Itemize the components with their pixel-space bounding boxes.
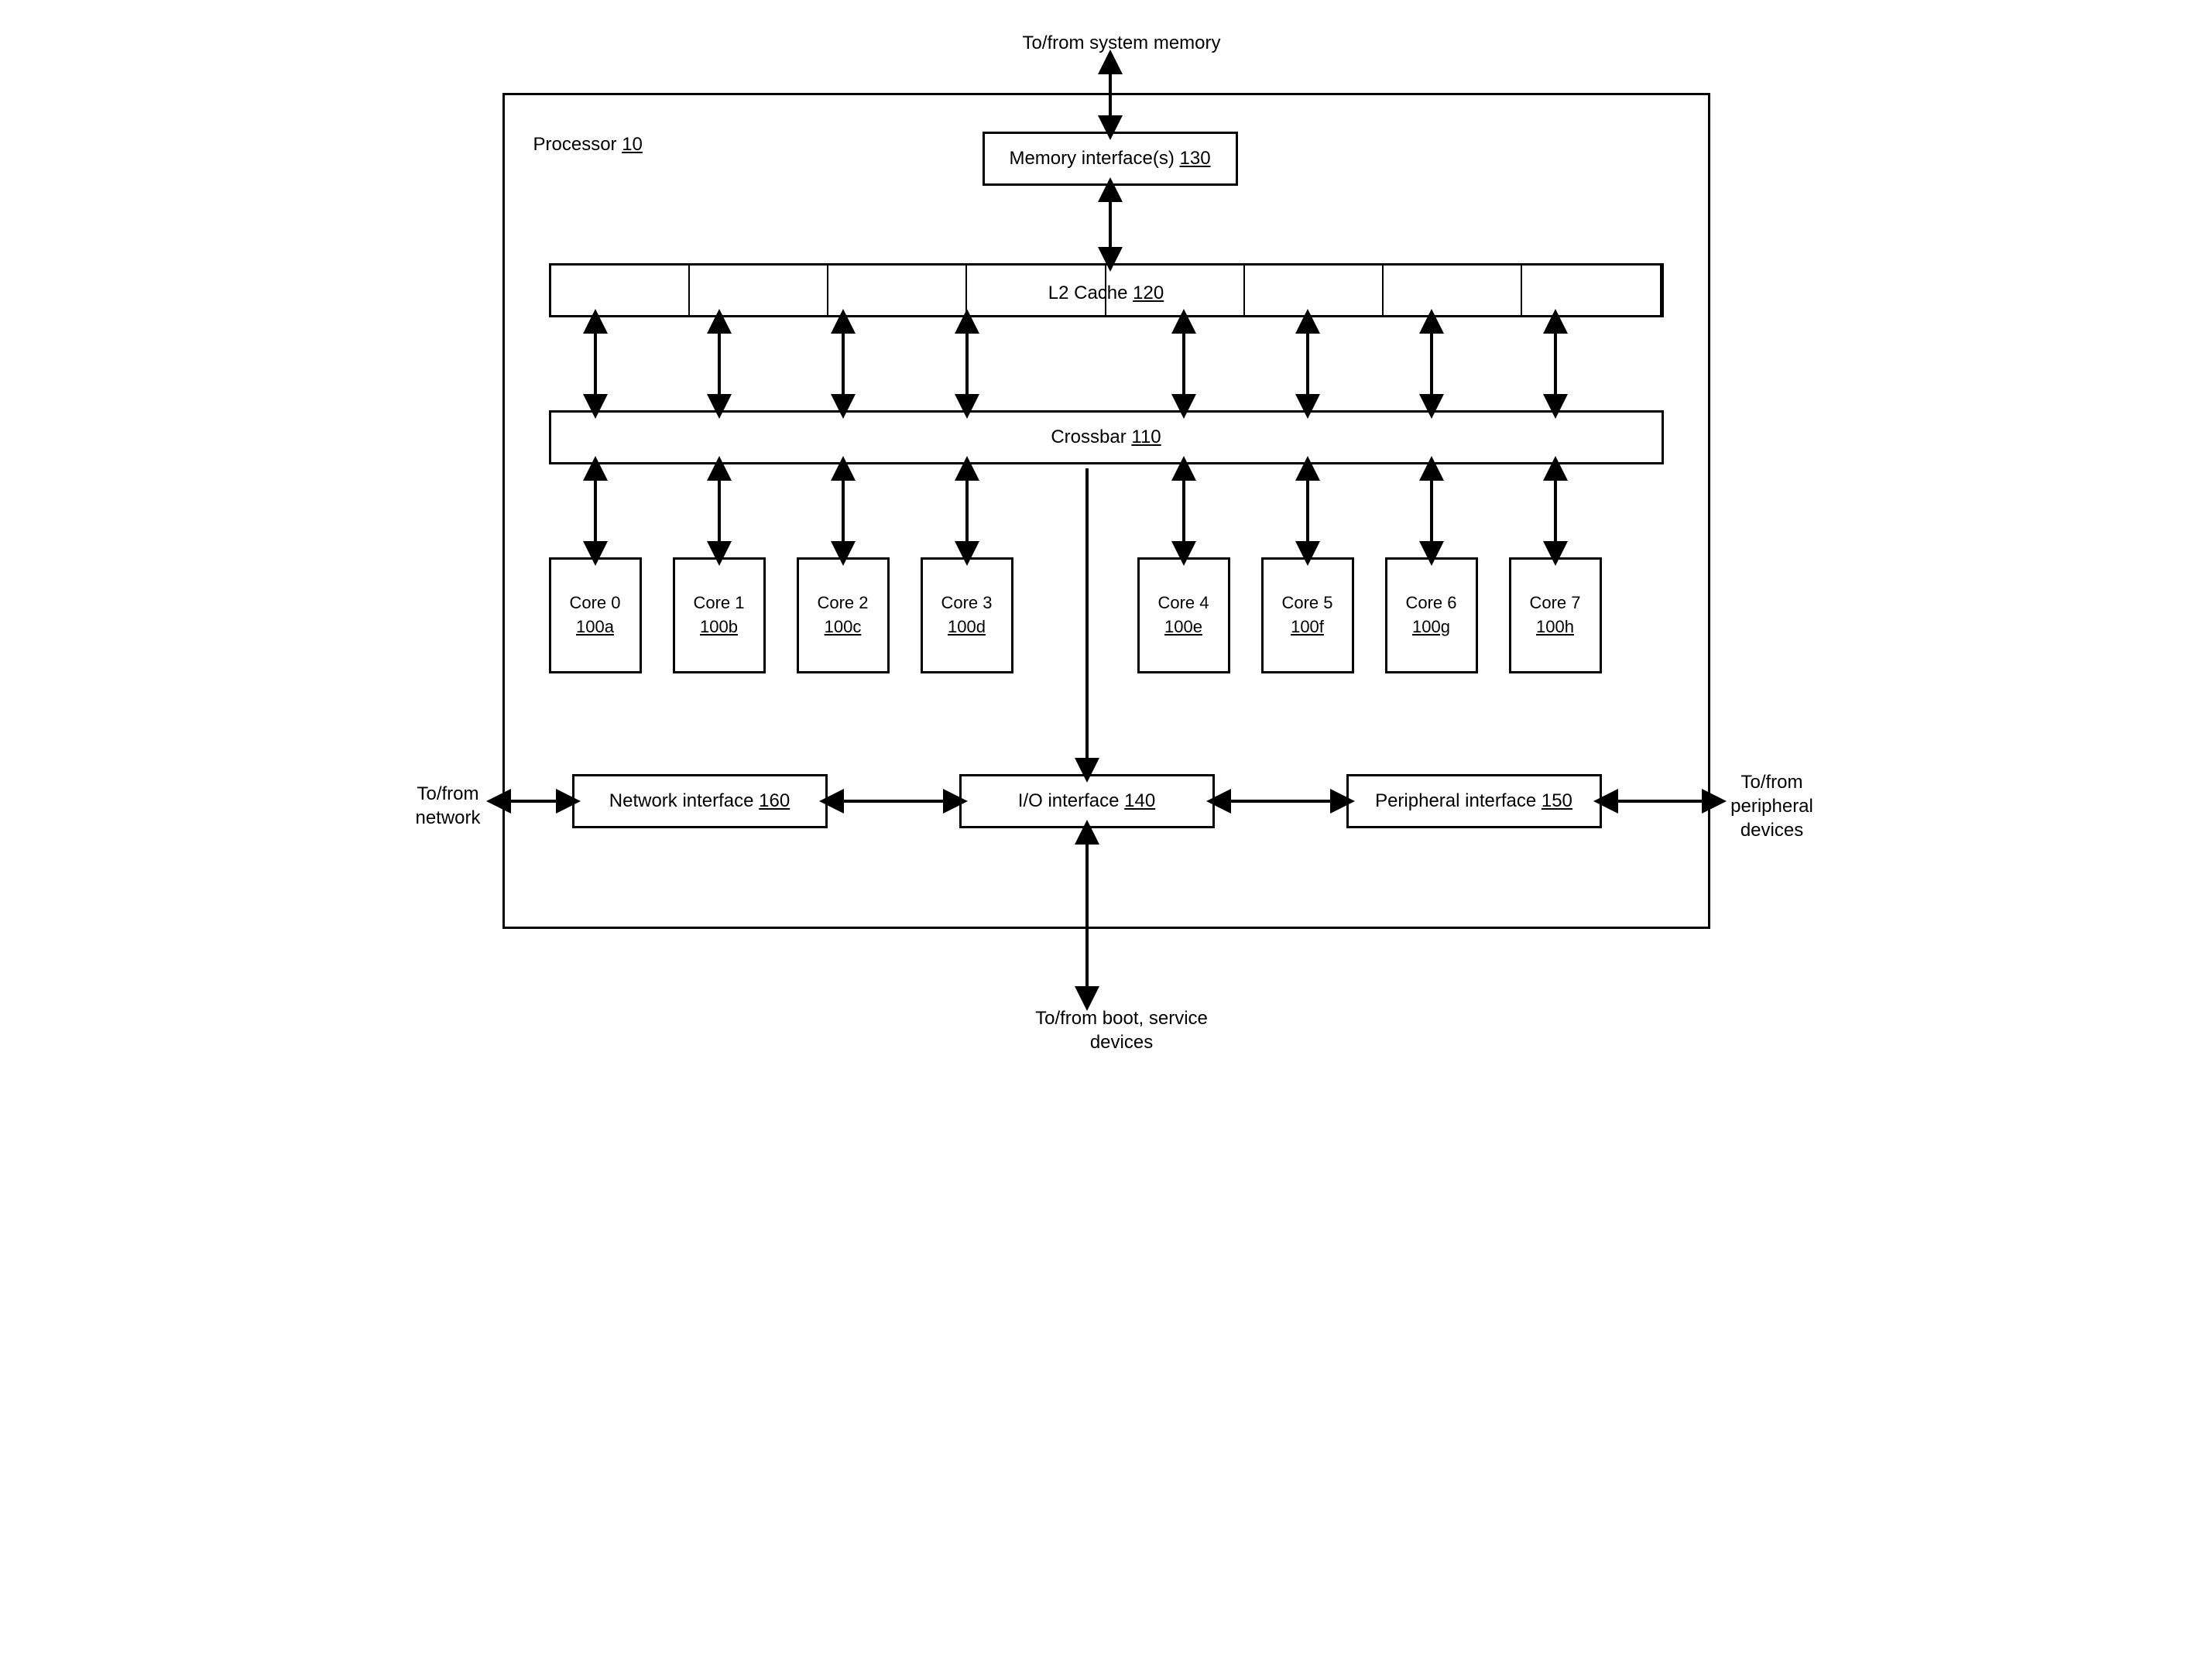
core-num: 100h	[1536, 617, 1574, 636]
crossbar-label: Crossbar	[1051, 427, 1131, 447]
memory-interface-block: Memory interface(s) 130	[983, 132, 1238, 186]
memory-if-label: Memory interface(s)	[1009, 148, 1179, 169]
net-if-label: Network interface	[609, 790, 759, 811]
l2-cell	[828, 266, 967, 315]
label-boot: To/from boot, service devices	[967, 1006, 1277, 1054]
peripheral-interface-block: Peripheral interface 150	[1346, 774, 1602, 828]
core-num: 100a	[576, 617, 614, 636]
core-0: Core 0 100a	[549, 557, 642, 673]
core-num: 100f	[1291, 617, 1324, 636]
l2-cell	[967, 266, 1106, 315]
processor-title: Processor 10	[533, 108, 643, 156]
l2-cell	[1245, 266, 1384, 315]
l2-cell	[690, 266, 828, 315]
core-name: Core 7	[1529, 593, 1580, 612]
l2-cache-block: L2 Cache 120	[549, 263, 1664, 317]
net-if-num: 160	[759, 790, 790, 811]
core-name: Core 6	[1405, 593, 1456, 612]
core-num: 100b	[700, 617, 738, 636]
memory-if-num: 130	[1180, 148, 1211, 169]
l2-cell	[1522, 266, 1661, 315]
io-interface-block: I/O interface 140	[959, 774, 1215, 828]
core-name: Core 0	[569, 593, 620, 612]
l2-cell	[551, 266, 690, 315]
core-name: Core 2	[817, 593, 868, 612]
core-3: Core 3 100d	[921, 557, 1013, 673]
core-num: 100d	[948, 617, 986, 636]
core-5: Core 5 100f	[1261, 557, 1354, 673]
label-system-memory: To/from system memory	[967, 31, 1277, 55]
core-name: Core 5	[1281, 593, 1332, 612]
processor-title-prefix: Processor	[533, 134, 622, 155]
core-1: Core 1 100b	[673, 557, 766, 673]
core-7: Core 7 100h	[1509, 557, 1602, 673]
crossbar-block: Crossbar 110	[549, 410, 1664, 464]
io-if-label: I/O interface	[1018, 790, 1124, 811]
core-num: 100g	[1412, 617, 1450, 636]
core-name: Core 1	[693, 593, 744, 612]
l2-cell	[1106, 266, 1245, 315]
l2-cell	[1384, 266, 1522, 315]
core-4: Core 4 100e	[1137, 557, 1230, 673]
core-6: Core 6 100g	[1385, 557, 1478, 673]
io-if-num: 140	[1124, 790, 1155, 811]
label-network: To/from network	[402, 782, 495, 830]
network-interface-block: Network interface 160	[572, 774, 828, 828]
core-name: Core 4	[1157, 593, 1209, 612]
crossbar-num: 110	[1131, 427, 1161, 447]
core-num: 100c	[825, 617, 862, 636]
processor-diagram: To/from system memory To/from network To…	[425, 31, 1788, 1061]
core-2: Core 2 100c	[797, 557, 890, 673]
label-peripheral: To/from peripheral devices	[1718, 770, 1826, 843]
processor-title-num: 10	[622, 134, 643, 155]
periph-if-num: 150	[1542, 790, 1572, 811]
core-num: 100e	[1164, 617, 1202, 636]
periph-if-label: Peripheral interface	[1375, 790, 1542, 811]
core-name: Core 3	[941, 593, 992, 612]
